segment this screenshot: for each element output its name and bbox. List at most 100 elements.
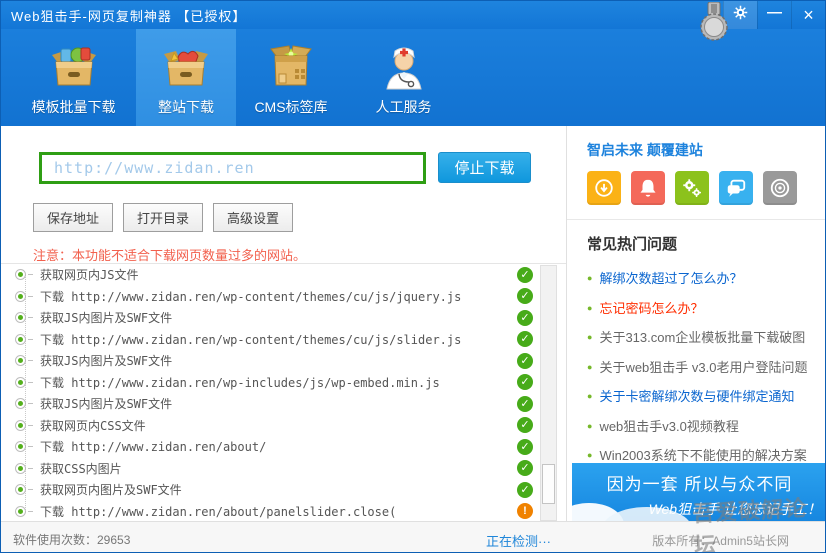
log-text: 获取网页内CSS文件 xyxy=(40,417,146,434)
log-bullet-icon xyxy=(15,506,26,517)
close-button[interactable]: × xyxy=(791,1,825,29)
cms-box-icon xyxy=(263,41,319,93)
close-icon: × xyxy=(803,5,814,26)
log-bullet-icon xyxy=(15,398,26,409)
log-row: 获取网页内CSS文件 xyxy=(1,415,566,437)
log-bullet-icon xyxy=(15,441,26,452)
window-controls: — × xyxy=(723,1,825,29)
log-status-icon xyxy=(517,439,533,455)
log-bullet-dash xyxy=(28,296,33,297)
log-row: 获取JS内图片及SWF文件 xyxy=(1,350,566,372)
minimize-icon: — xyxy=(767,4,782,21)
license-medal-icon xyxy=(698,2,730,49)
disc-icon[interactable] xyxy=(763,171,797,205)
log-row: 获取网页内图片及SWF文件 xyxy=(1,479,566,501)
log-rows: 获取网页内JS文件 下载 http://www.zidan.ren/wp-con… xyxy=(1,264,566,521)
log-status-icon xyxy=(517,396,533,412)
minimize-button[interactable]: — xyxy=(757,1,791,29)
log-bullet-dash xyxy=(28,511,33,512)
open-directory-button[interactable]: 打开目录 xyxy=(123,203,203,232)
tab-label: 人工服务 xyxy=(376,97,432,117)
faq-title: 常见热门问题 xyxy=(587,233,826,254)
log-bullet-icon xyxy=(15,269,26,280)
promo-icon-row xyxy=(587,171,826,205)
log-text: 获取CSS内图片 xyxy=(40,460,122,477)
log-bullet-dash xyxy=(28,339,33,340)
log-row: 获取JS内图片及SWF文件 xyxy=(1,307,566,329)
log-bullet-dash xyxy=(28,489,33,490)
log-bullet-icon xyxy=(15,291,26,302)
doctor-icon xyxy=(376,41,432,93)
log-bullet-dash xyxy=(28,468,33,469)
log-text: 下载 http://www.zidan.ren/wp-includes/js/w… xyxy=(40,374,440,391)
faq-item[interactable]: 关于313.com企业模板批量下载破图 xyxy=(587,323,826,353)
advanced-settings-button[interactable]: 高级设置 xyxy=(213,203,293,232)
checking-status-label: 正在检测··· xyxy=(486,531,551,550)
url-input[interactable] xyxy=(39,152,426,184)
log-row: 下载 http://www.zidan.ren/about/ xyxy=(1,436,566,458)
sidebar-divider xyxy=(567,219,826,220)
faq-item[interactable]: 关于web狙击手 v3.0老用户登陆问题 xyxy=(587,353,826,383)
promo-title: 智启未来 颠覆建站 xyxy=(587,140,826,160)
tab-label: 模板批量下载 xyxy=(32,97,116,117)
log-status-icon xyxy=(517,353,533,369)
tab-whole-site-download[interactable]: 整站下载 xyxy=(136,29,236,126)
log-row: 下载 http://www.zidan.ren/wp-includes/js/w… xyxy=(1,372,566,394)
log-scrollbar-thumb[interactable] xyxy=(542,464,555,504)
log-bullet-dash xyxy=(28,317,33,318)
tab-label: 整站下载 xyxy=(158,97,214,117)
log-text: 下载 http://www.zidan.ren/about/panelslide… xyxy=(40,503,396,520)
log-text: 下载 http://www.zidan.ren/wp-content/theme… xyxy=(40,288,461,305)
log-status-icon xyxy=(517,417,533,433)
log-bullet-icon xyxy=(15,334,26,345)
faq-item[interactable]: web狙击手v3.0视频教程 xyxy=(587,412,826,442)
download-icon[interactable] xyxy=(587,171,621,205)
gear-icon xyxy=(733,5,748,25)
log-bullet-icon xyxy=(15,484,26,495)
tab-template-batch-download[interactable]: 模板批量下载 xyxy=(11,29,136,126)
download-panel: 停止下载 保存地址 打开目录 高级设置 注意：本功能不适合下载网页数量过多的网站… xyxy=(1,126,566,521)
faq-item[interactable]: 关于卡密解绑次数与硬件绑定通知 xyxy=(587,382,826,412)
app-window: Web狙击手-网页复制神器 【已授权】 xyxy=(0,0,826,553)
log-scrollbar[interactable] xyxy=(540,265,557,521)
site-box-icon xyxy=(158,41,214,93)
chat-icon[interactable] xyxy=(719,171,753,205)
usage-count-label: 软件使用次数：29653 xyxy=(13,531,130,548)
faq-list: 解绑次数超过了怎么办？ 忘记密码怎么办？ 关于313.com企业模板批量下载破图… xyxy=(587,264,826,471)
log-row: 下载 http://www.zidan.ren/wp-content/theme… xyxy=(1,329,566,351)
ad-slogan-line1: 因为一套 所以与众不同 xyxy=(572,470,826,495)
log-row: 下载 http://www.zidan.ren/about/panelslide… xyxy=(1,501,566,522)
tab-cms-tag-library[interactable]: CMS标签库 xyxy=(236,29,346,126)
log-bullet-dash xyxy=(28,425,33,426)
log-text: 获取网页内JS文件 xyxy=(40,266,138,283)
stop-download-button[interactable]: 停止下载 xyxy=(438,152,531,183)
download-log: 获取网页内JS文件 下载 http://www.zidan.ren/wp-con… xyxy=(1,263,566,521)
save-address-button[interactable]: 保存地址 xyxy=(33,203,113,232)
log-status-icon xyxy=(517,310,533,326)
window-title: Web狙击手-网页复制神器 【已授权】 xyxy=(1,6,246,25)
log-bullet-icon xyxy=(15,377,26,388)
faq-item[interactable]: 忘记密码怎么办？ xyxy=(587,294,826,324)
log-row: 获取网页内JS文件 xyxy=(1,264,566,286)
log-text: 获取网页内图片及SWF文件 xyxy=(40,481,182,498)
log-text: 下载 http://www.zidan.ren/about/ xyxy=(40,438,266,455)
log-status-icon xyxy=(517,460,533,476)
gears-icon[interactable] xyxy=(675,171,709,205)
ad-slogan-line2: Web狙击手 让您忘记手工！ xyxy=(572,499,821,519)
log-bullet-icon xyxy=(15,420,26,431)
log-status-icon xyxy=(517,288,533,304)
ad-banner[interactable]: 因为一套 所以与众不同 Web狙击手 让您忘记手工！ xyxy=(572,463,826,521)
log-status-icon xyxy=(517,482,533,498)
log-bullet-icon xyxy=(15,355,26,366)
log-bullet-dash xyxy=(28,403,33,404)
log-text: 获取JS内图片及SWF文件 xyxy=(40,395,172,412)
log-status-icon xyxy=(517,374,533,390)
bell-icon[interactable] xyxy=(631,171,665,205)
tab-manual-service[interactable]: 人工服务 xyxy=(346,29,461,126)
log-bullet-dash xyxy=(28,360,33,361)
version-owner-label: 版本所有：Admin5站长网 xyxy=(652,532,789,549)
log-status-icon xyxy=(517,503,533,519)
tab-label: CMS标签库 xyxy=(254,97,327,117)
faq-item[interactable]: 解绑次数超过了怎么办？ xyxy=(587,264,826,294)
log-text: 获取JS内图片及SWF文件 xyxy=(40,309,172,326)
